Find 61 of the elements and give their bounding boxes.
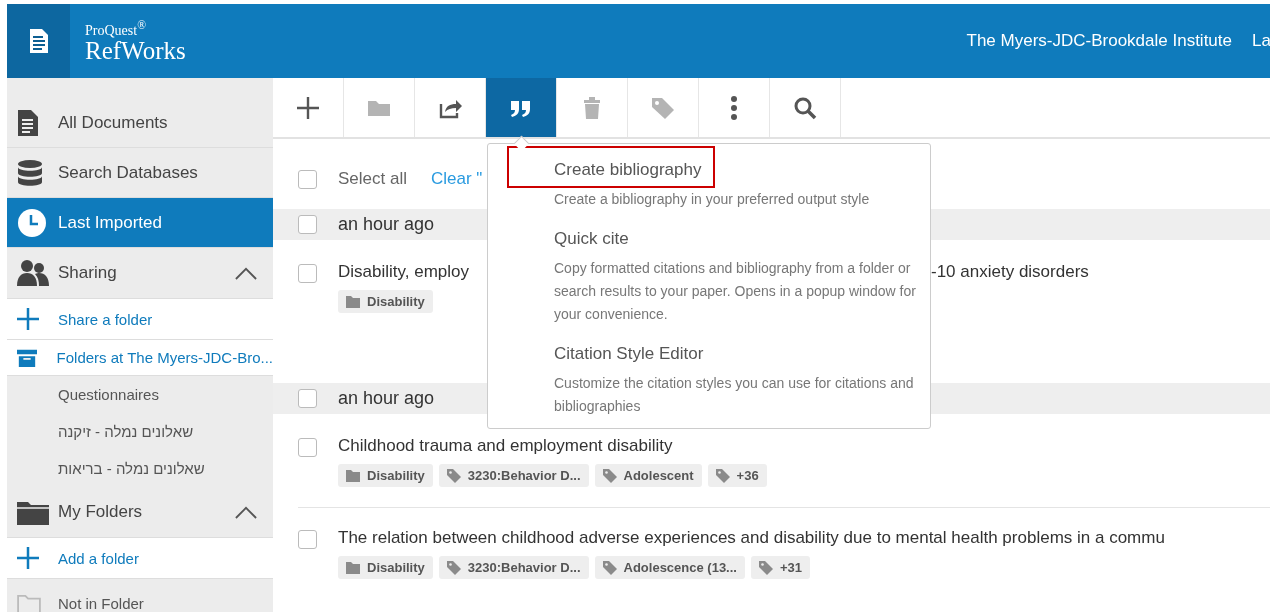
chip[interactable]: Disability <box>338 290 433 313</box>
tag-icon <box>715 468 730 483</box>
tag-icon <box>602 468 617 483</box>
chevron-up-icon <box>235 505 257 519</box>
people-icon <box>17 259 49 287</box>
checkbox[interactable] <box>298 389 317 408</box>
menu-link[interactable]: La <box>1252 31 1270 51</box>
sidebar-item[interactable]: Folders at The Myers-JDC-Bro... <box>7 340 273 376</box>
brand-top: ProQuest$^{®}$ <box>85 17 147 39</box>
folder-icon <box>346 561 360 574</box>
checkbox[interactable] <box>298 530 317 549</box>
checkbox[interactable] <box>298 438 317 457</box>
folder-icon <box>346 295 360 308</box>
database-icon <box>17 158 43 187</box>
checkbox[interactable] <box>298 169 317 189</box>
menu-item[interactable]: Create bibliography <box>507 146 716 188</box>
sidebar-item[interactable]: Share a folder <box>7 299 273 340</box>
checkbox[interactable] <box>298 215 317 234</box>
tag-icon <box>758 560 773 575</box>
more-icon <box>731 95 737 120</box>
sidebar-item[interactable]: שאלונים נמלה - זיקנה <box>7 413 273 450</box>
menu-item-description: Create a bibliography in your preferred output style <box>554 190 871 209</box>
sidebar-item[interactable]: שאלונים נמלה - בריאות <box>7 450 273 487</box>
institution-link[interactable]: The Myers-JDC-Brookdale Institute <box>966 31 1232 51</box>
chip[interactable]: Disability <box>338 464 433 487</box>
record-title[interactable]: Disability, employ <box>338 262 469 282</box>
folder-icon <box>346 469 360 482</box>
tag-icon <box>446 560 461 575</box>
record-title[interactable]: The relation between childhood adverse experiences and disability due to mental health problems in a commu <box>338 528 1165 548</box>
menu-item-description: Copy formatted citations and bibliography from a folder or search results to your paper. Opens in a popup window for your convenience. <box>554 259 917 324</box>
chevron-up-icon <box>235 266 257 280</box>
plus-icon <box>17 547 39 569</box>
sidebar-item[interactable]: Last Imported <box>7 198 273 248</box>
sidebar-item[interactable]: All Documents <box>7 98 273 148</box>
plus-icon <box>295 94 321 121</box>
record-title[interactable]: Childhood trauma and employment disability <box>338 436 673 456</box>
document-icon <box>28 28 49 54</box>
chip[interactable]: 3230:Behavior D... <box>438 556 589 579</box>
checkbox[interactable] <box>298 264 317 283</box>
folder-icon <box>17 499 49 525</box>
tag-icon <box>446 468 461 483</box>
quote-button[interactable] <box>486 78 557 137</box>
empty-folder-icon <box>17 593 41 612</box>
sidebar-item[interactable]: Add a folder <box>7 538 273 579</box>
clock-icon <box>17 207 47 238</box>
brand-name: RefWorks <box>85 38 186 65</box>
chip[interactable]: +36 <box>707 464 767 487</box>
chip[interactable]: 3230:Behavior D... <box>438 464 589 487</box>
sidebar-item[interactable]: Not in Folder <box>7 579 273 612</box>
chip[interactable]: Disability <box>338 556 433 579</box>
record-title[interactable]: -10 anxiety disorders <box>931 262 1089 282</box>
document-icon <box>17 108 39 137</box>
tag-icon <box>602 560 617 575</box>
menu-item[interactable]: Citation Style Editor <box>507 330 718 372</box>
chip[interactable]: +31 <box>750 556 811 579</box>
chip[interactable]: Adolescent <box>594 464 702 487</box>
chip[interactable]: Adolescence (13... <box>594 556 745 579</box>
plus-icon <box>17 308 39 330</box>
select-all-label[interactable]: Select all <box>338 169 407 189</box>
sidebar-item[interactable]: Questionnaires <box>7 376 273 413</box>
archive-box-icon <box>17 347 37 368</box>
